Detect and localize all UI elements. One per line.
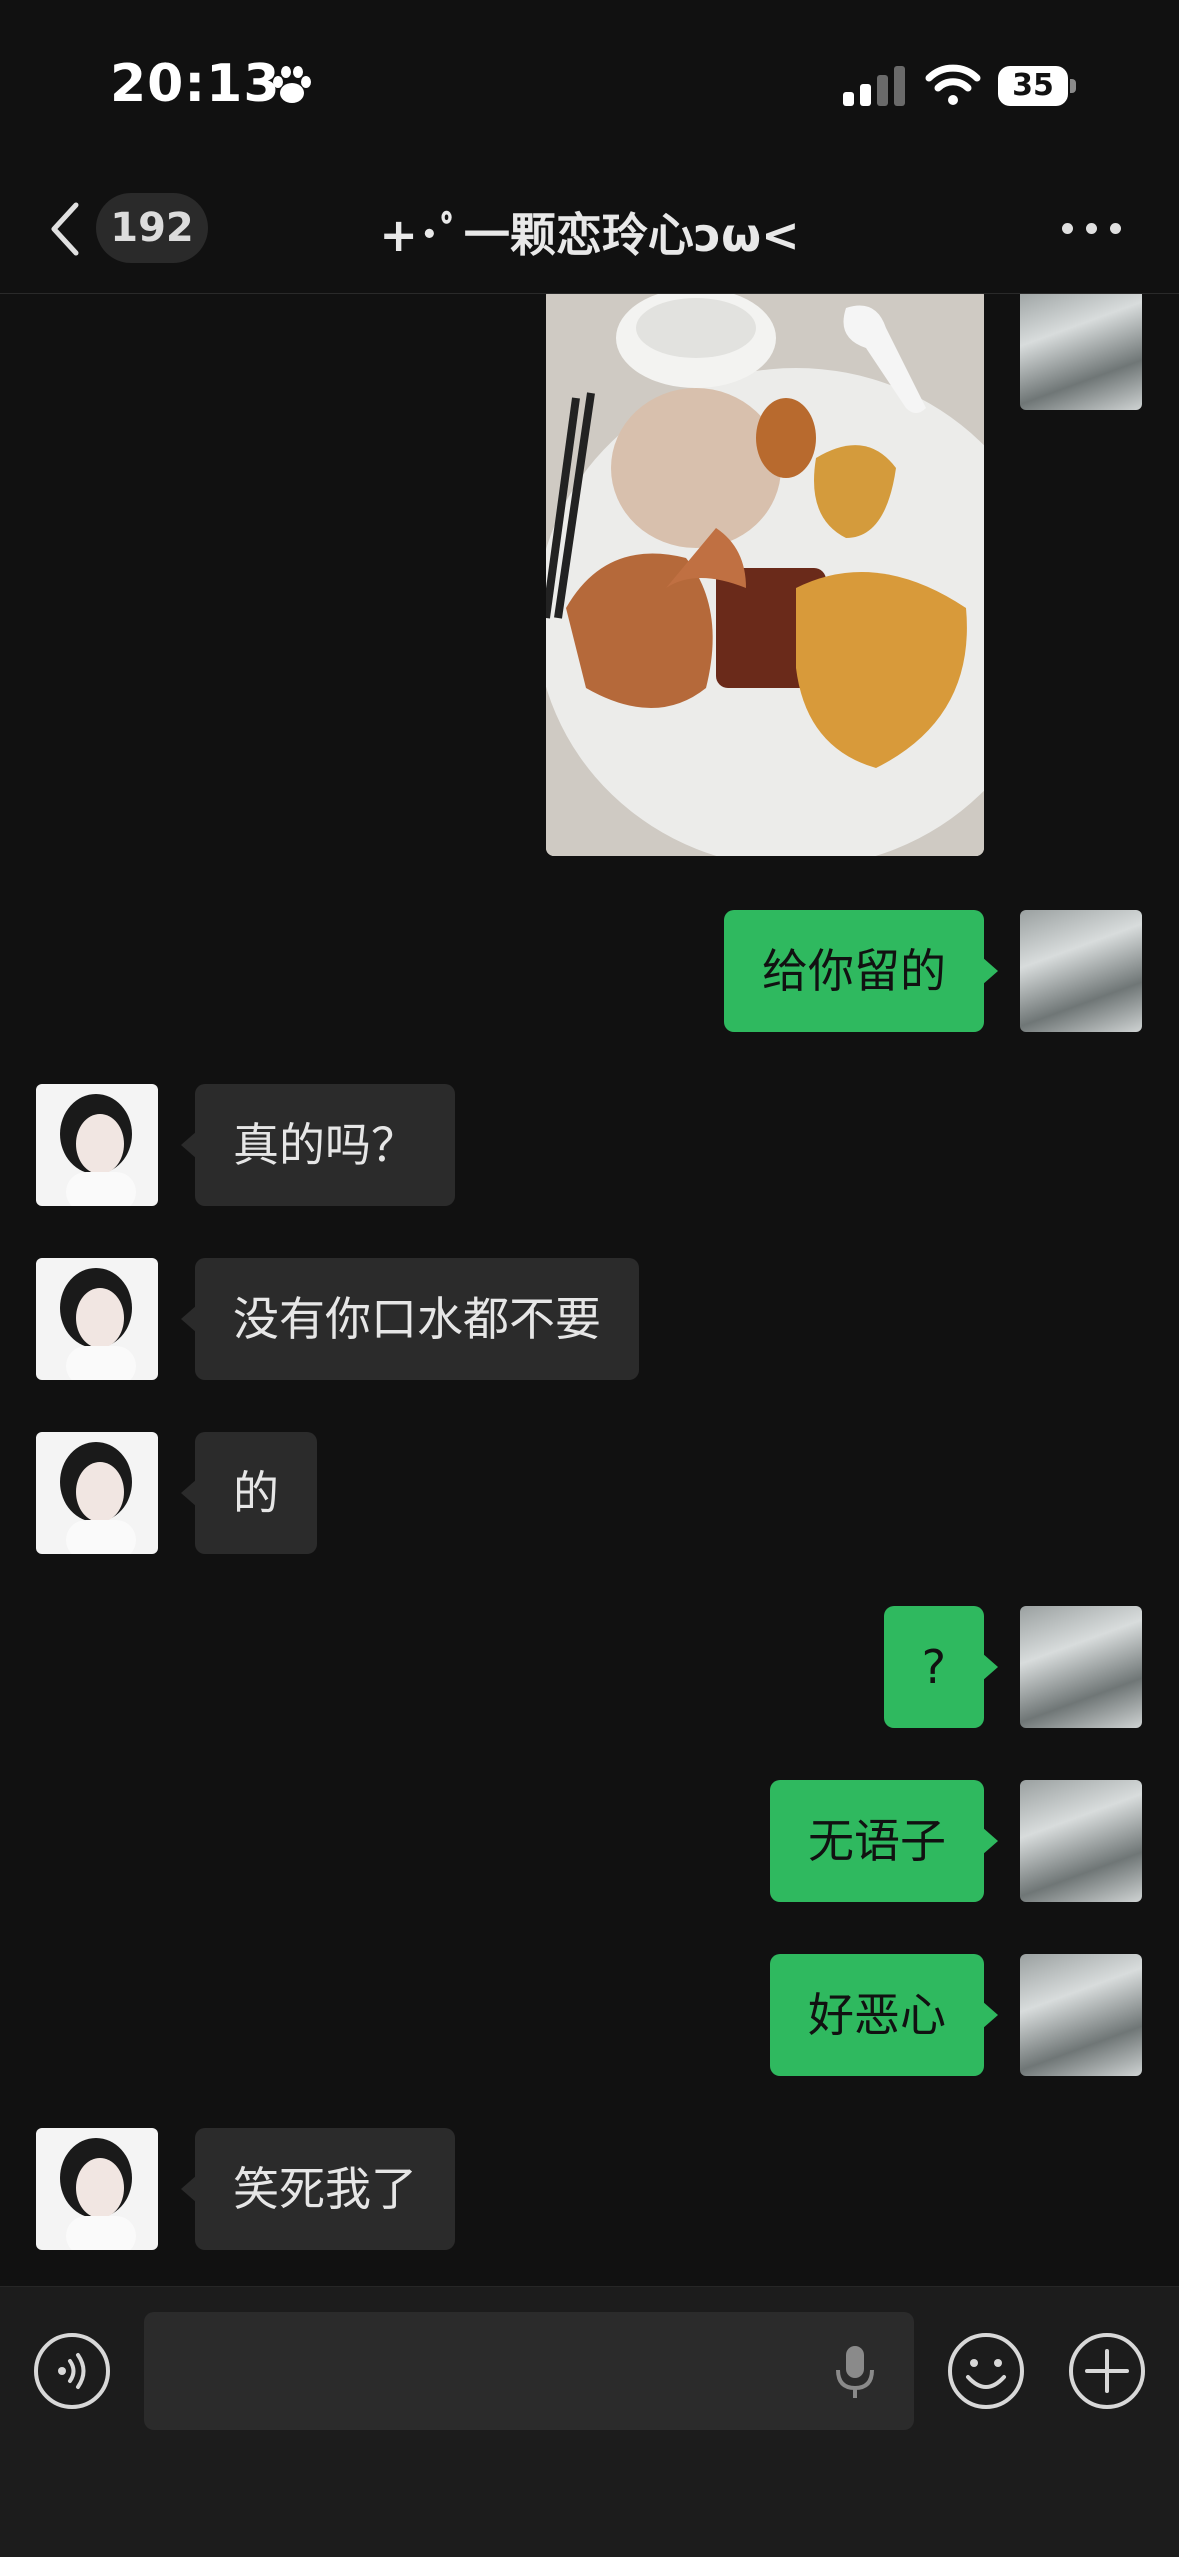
message-bubble-incoming[interactable]: 没有你口水都不要	[181, 1258, 639, 1380]
contact-avatar[interactable]	[36, 2128, 158, 2250]
message-bubble-incoming[interactable]: 笑死我了	[181, 2128, 455, 2250]
my-avatar[interactable]	[1020, 1954, 1142, 2076]
my-avatar[interactable]	[1020, 1780, 1142, 1902]
message-text: 真的吗？	[233, 1118, 417, 1172]
chat-header: 192 +･ﾟ一颗恋玲心ↄω<	[0, 175, 1179, 294]
plus-icon[interactable]	[1067, 2331, 1147, 2411]
battery-level: 35	[1012, 68, 1054, 103]
message-text: 的	[233, 1466, 279, 1520]
my-avatar[interactable]	[1020, 294, 1142, 410]
wifi-icon	[925, 64, 981, 105]
status-time: 20:13	[110, 54, 281, 114]
contact-avatar[interactable]	[36, 1432, 158, 1554]
contact-avatar[interactable]	[36, 1258, 158, 1380]
paw-icon	[273, 66, 311, 103]
mic-icon[interactable]	[834, 2344, 876, 2400]
battery-icon: 35	[998, 66, 1078, 106]
message-bubble-incoming[interactable]: 真的吗？	[181, 1084, 455, 1206]
status-bar: 20:13 35	[0, 0, 1179, 175]
message-list[interactable]: 给你留的 真的吗？ 没有你口水都不要 的 ? 无语子 好恶心 笑死我了	[0, 294, 1179, 2286]
contact-avatar[interactable]	[36, 1084, 158, 1206]
message-text: 给你留的	[762, 944, 946, 998]
message-text: 笑死我了	[233, 2162, 417, 2216]
emoji-icon[interactable]	[946, 2331, 1026, 2411]
my-avatar[interactable]	[1020, 1606, 1142, 1728]
food-photo	[546, 294, 984, 856]
message-bubble-outgoing[interactable]: 无语子	[770, 1780, 998, 1902]
message-text: ?	[921, 1640, 946, 1694]
message-bubble-incoming[interactable]: 的	[181, 1432, 317, 1554]
message-bubble-outgoing[interactable]: 给你留的	[724, 910, 998, 1032]
my-avatar[interactable]	[1020, 910, 1142, 1032]
chevron-left-icon[interactable]	[42, 199, 86, 259]
message-bubble-outgoing[interactable]: 好恶心	[770, 1954, 998, 2076]
more-dots-icon[interactable]	[1062, 221, 1122, 237]
message-text: 没有你口水都不要	[233, 1292, 601, 1346]
message-text: 好恶心	[808, 1988, 946, 2042]
message-text: 无语子	[808, 1814, 946, 1868]
input-bar	[0, 2286, 1179, 2557]
message-input[interactable]	[144, 2312, 914, 2430]
voice-icon[interactable]	[32, 2331, 112, 2411]
chat-title: +･ﾟ一颗恋玲心ↄω<	[379, 208, 800, 262]
signal-icon	[843, 66, 905, 106]
unread-count-badge[interactable]: 192	[96, 193, 208, 263]
message-image[interactable]	[546, 294, 984, 856]
message-bubble-outgoing[interactable]: ?	[883, 1606, 999, 1728]
